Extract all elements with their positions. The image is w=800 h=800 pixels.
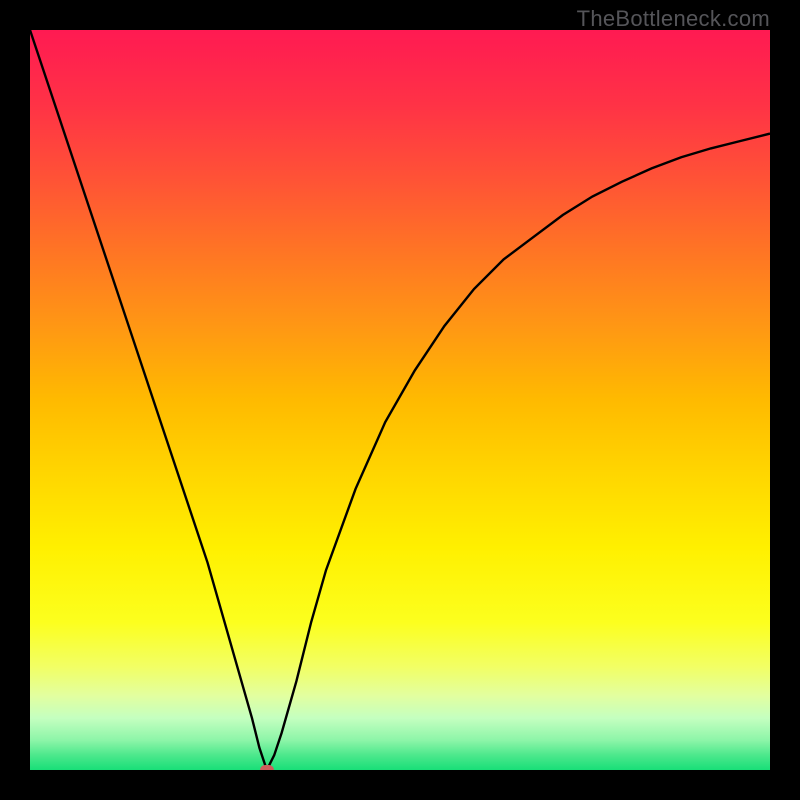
- bottleneck-curve: [30, 30, 770, 770]
- plot-area: [30, 30, 770, 770]
- branding-label: TheBottleneck.com: [577, 6, 770, 32]
- chart-container: TheBottleneck.com: [0, 0, 800, 800]
- minimum-marker: [260, 765, 274, 770]
